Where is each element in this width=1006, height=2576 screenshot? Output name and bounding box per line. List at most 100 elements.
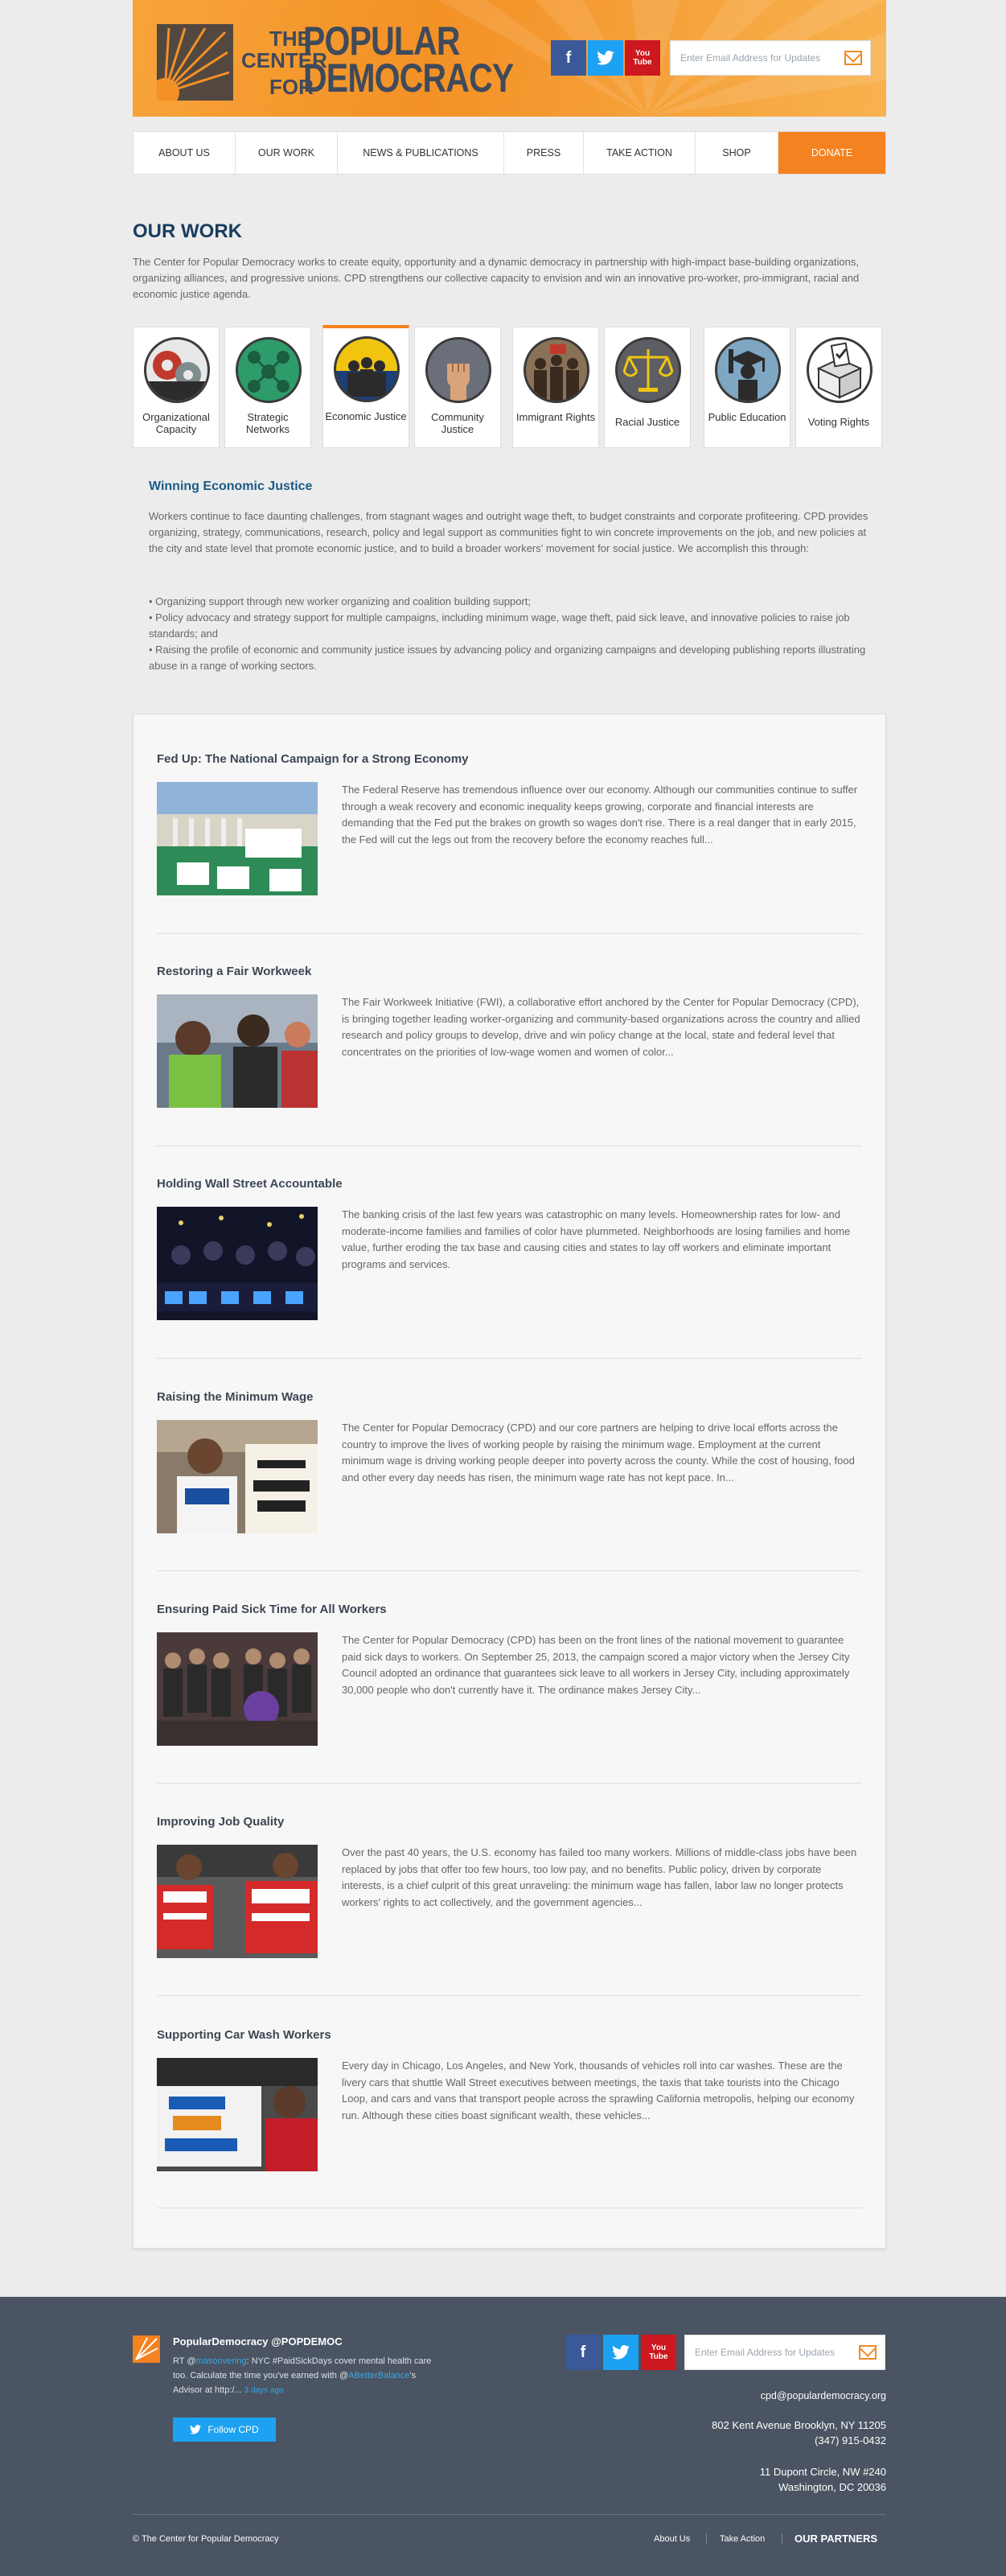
article-title-link[interactable]: Supporting Car Wash Workers <box>157 2028 331 2042</box>
logo-text-the: THE <box>269 27 311 51</box>
minimum-wage-sign-photo[interactable] <box>157 1420 318 1533</box>
tweet-text: RT @ <box>173 2356 196 2366</box>
article-title-link[interactable]: Fed Up: The National Campaign for a Stro… <box>157 752 469 766</box>
fist-icon <box>425 337 491 403</box>
divider <box>706 2533 707 2545</box>
article-summary: The Center for Popular Democracy (CPD) a… <box>342 1422 855 1483</box>
nav-our-work[interactable]: OUR WORK <box>236 132 338 174</box>
follow-label: Follow CPD <box>207 2424 259 2435</box>
nav-news-publications[interactable]: NEWS & PUBLICATIONS <box>338 132 504 174</box>
category-tile-strategic-networks[interactable]: Strategic Networks <box>224 327 311 448</box>
footer-logo-icon[interactable] <box>133 2335 160 2363</box>
category-tile-economic-justice[interactable]: Economic Justice <box>322 325 409 448</box>
envelope-icon[interactable] <box>859 2345 877 2360</box>
logo-text-center: CENTER <box>241 48 327 72</box>
workers-icon <box>334 336 400 402</box>
scales-icon <box>615 337 681 403</box>
logo-text-democracy: DEMOCRACY <box>303 56 514 101</box>
category-tile-racial-justice[interactable]: Racial Justice <box>604 327 691 448</box>
address-line: 802 Kent Avenue Brooklyn, NY 11205 <box>712 2419 886 2431</box>
category-tile-organizational-capacity[interactable]: Organizational Capacity <box>133 327 220 448</box>
category-tile-immigrant-rights[interactable]: Immigrant Rights <box>512 327 599 448</box>
gears-icon <box>144 337 210 403</box>
strike-signs-photo[interactable] <box>157 1845 318 1958</box>
email-input-placeholder[interactable]: Enter Email Address for Updates <box>680 52 820 64</box>
follow-cpd-button[interactable]: Follow CPD <box>173 2418 276 2442</box>
footer-link-our-partners[interactable]: OUR PARTNERS <box>795 2533 877 2545</box>
logo-text-for: FOR <box>269 75 314 99</box>
address-line: 11 Dupont Circle, NW #240 <box>759 2466 886 2478</box>
article-summary: The Fair Workweek Initiative (FWI), a co… <box>342 996 860 1058</box>
facebook-icon[interactable]: f <box>565 2335 601 2370</box>
tweet-timestamp-link[interactable]: 3 days ago <box>244 2386 284 2395</box>
sunrise-icon <box>150 24 233 107</box>
divider <box>157 1783 862 1784</box>
youtube-icon[interactable]: You Tube <box>641 2335 676 2370</box>
twitter-icon[interactable] <box>603 2335 639 2370</box>
category-tile-voting-rights[interactable]: Voting Rights <box>795 327 882 448</box>
article-title-link[interactable]: Raising the Minimum Wage <box>157 1390 313 1404</box>
bullet-item: • Raising the profile of economic and co… <box>149 644 866 672</box>
workweek-meeting-photo[interactable] <box>157 994 318 1108</box>
facebook-icon[interactable]: f <box>551 40 586 76</box>
nav-press[interactable]: PRESS <box>504 132 584 174</box>
category-label: Public Education <box>708 411 786 423</box>
article-summary: The banking crisis of the last few years… <box>342 1208 851 1270</box>
article-summary: The Federal Reserve has tremendous influ… <box>342 784 858 846</box>
network-icon <box>236 337 302 403</box>
logo-mark[interactable] <box>150 24 233 107</box>
twitter-icon[interactable] <box>588 40 623 76</box>
footer-link-take-action[interactable]: Take Action <box>720 2534 765 2544</box>
article-title-link[interactable]: Ensuring Paid Sick Time for All Workers <box>157 1603 387 1616</box>
section-body: Workers continue to face daunting challe… <box>149 510 868 554</box>
bullet-item: • Policy advocacy and strategy support f… <box>149 611 850 640</box>
car-wash-rally-photo[interactable] <box>157 2058 318 2171</box>
article-summary: The Center for Popular Democracy (CPD) h… <box>342 1634 850 1696</box>
category-label: Community Justice <box>431 411 484 435</box>
article-summary: Over the past 40 years, the U.S. economy… <box>342 1846 857 1908</box>
email-input-placeholder[interactable]: Enter Email Address for Updates <box>695 2347 835 2358</box>
nav-about-us[interactable]: ABOUT US <box>133 132 236 174</box>
main-nav: ABOUT US OUR WORK NEWS & PUBLICATIONS PR… <box>133 131 886 175</box>
category-label: Economic Justice <box>325 410 407 422</box>
twitter-icon <box>190 2425 202 2434</box>
category-label: Strategic Networks <box>245 411 290 435</box>
nav-take-action[interactable]: TAKE ACTION <box>584 132 696 174</box>
article-title-link[interactable]: Holding Wall Street Accountable <box>157 1177 343 1191</box>
sick-time-group-photo[interactable] <box>157 1632 318 1746</box>
nav-donate-button[interactable]: DONATE <box>778 132 885 174</box>
nav-shop[interactable]: SHOP <box>696 132 778 174</box>
category-tile-community-justice[interactable]: Community Justice <box>414 327 501 448</box>
address-line: Washington, DC 20036 <box>778 2481 886 2493</box>
category-label: Racial Justice <box>614 416 680 428</box>
article-title-link[interactable]: Restoring a Fair Workweek <box>157 965 311 978</box>
youtube-icon[interactable]: You Tube <box>625 40 660 76</box>
divider <box>157 1995 862 1996</box>
envelope-icon[interactable] <box>844 51 862 65</box>
category-tile-public-education[interactable]: Public Education <box>704 327 790 448</box>
copyright-text: © The Center for Popular Democracy <box>133 2534 279 2544</box>
header-email-signup[interactable]: Enter Email Address for Updates <box>670 40 871 76</box>
latest-tweet: RT @masoovering: NYC #PaidSickDays cover… <box>173 2354 446 2398</box>
site-header: THE CENTER FOR POPULAR DEMOCRACY f You T… <box>133 0 886 117</box>
article-title-link[interactable]: Improving Job Quality <box>157 1815 284 1829</box>
tweet-mention-link[interactable]: masoovering <box>196 2356 247 2366</box>
article-summary: Every day in Chicago, Los Angeles, and N… <box>342 2060 855 2121</box>
crowd-icon <box>524 337 589 403</box>
contact-email-link[interactable]: cpd@populardemocracy.org <box>761 2389 886 2404</box>
bullet-item: • Organizing support through new worker … <box>149 595 532 607</box>
divider <box>157 933 862 934</box>
fed-rally-photo[interactable] <box>157 782 318 895</box>
section-title: Winning Economic Justice <box>149 479 313 493</box>
category-label: Voting Rights <box>807 416 870 428</box>
twitter-handle[interactable]: PopularDemocracy @POPDEMOC <box>173 2335 343 2348</box>
intro-paragraph: The Center for Popular Democracy works t… <box>133 256 860 300</box>
footer-email-signup[interactable]: Enter Email Address for Updates <box>684 2335 885 2370</box>
category-label: Immigrant Rights <box>515 411 596 423</box>
page-title: OUR WORK <box>133 220 242 242</box>
wall-street-protest-photo[interactable] <box>157 1207 318 1320</box>
footer-link-about-us[interactable]: About Us <box>654 2534 690 2544</box>
footer-divider <box>133 2514 886 2515</box>
tweet-mention-link[interactable]: ABetterBalance <box>348 2371 409 2381</box>
category-label: Organizational Capacity <box>142 411 210 435</box>
